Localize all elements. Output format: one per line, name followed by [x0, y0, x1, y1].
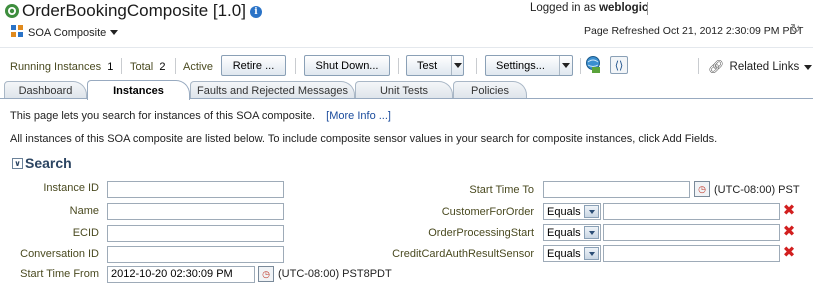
- info-icon[interactable]: i: [250, 6, 262, 18]
- composite-icon: [4, 3, 20, 19]
- page-description-2: All instances of this SOA composite are …: [10, 133, 718, 145]
- credit-card-auth-result-sensor-input[interactable]: [603, 245, 780, 262]
- tab-label: Dashboard: [18, 84, 73, 97]
- remove-field-icon[interactable]: ✖: [782, 245, 796, 260]
- test-button-label: Test: [417, 59, 438, 72]
- calendar-icon[interactable]: ◷: [258, 266, 274, 282]
- tab-label: Policies: [471, 84, 509, 97]
- operator-value: Equals: [547, 247, 581, 260]
- operator-value: Equals: [547, 205, 581, 218]
- settings-button-label: Settings...: [496, 59, 545, 72]
- page-title: OrderBookingComposite [1.0]: [22, 1, 246, 20]
- order-processing-start-label: OrderProcessingStart: [428, 227, 534, 239]
- soa-composite-menu[interactable]: SOA Composite: [10, 24, 119, 41]
- logged-in-prefix: Logged in as: [530, 2, 596, 14]
- search-section-header[interactable]: ∨ Search: [12, 155, 72, 171]
- credit-card-auth-result-sensor-label: CreditCardAuthResultSensor: [392, 248, 534, 260]
- calendar-icon[interactable]: ◷: [694, 181, 710, 197]
- settings-button[interactable]: Settings...: [485, 55, 573, 76]
- logged-in-text: Logged in as weblogic: [530, 2, 648, 14]
- instance-id-input[interactable]: [107, 181, 284, 198]
- settings-dropdown[interactable]: [558, 56, 572, 75]
- composite-status: Active: [183, 61, 213, 73]
- conversation-id-label: Conversation ID: [20, 248, 99, 260]
- chevron-down-icon: [110, 30, 119, 35]
- running-instances: Running Instances 1: [10, 61, 113, 73]
- start-time-to-input[interactable]: [543, 181, 690, 198]
- tab-label: Faults and Rejected Messages: [196, 84, 349, 97]
- toolbar-separator: [295, 58, 296, 74]
- soa-composite-icon: [10, 24, 24, 41]
- related-links-label: Related Links: [729, 61, 800, 73]
- chevron-down-icon: [584, 247, 599, 260]
- refresh-icon[interactable]: ↻: [790, 21, 804, 36]
- start-time-from-input[interactable]: 2012-10-20 02:30:09 PM: [107, 266, 255, 283]
- customer-for-order-label: CustomerForOrder: [441, 206, 534, 218]
- start-time-from-timezone: (UTC-08:00) PST8PDT: [278, 268, 392, 280]
- tab-label: Instances: [113, 84, 164, 97]
- start-time-from-label: Start Time From: [20, 268, 99, 280]
- code-view-icon[interactable]: ⟨⟩: [610, 56, 628, 74]
- page-refreshed-text: Page Refreshed Oct 21, 2012 2:30:09 PM P…: [584, 25, 804, 37]
- tab-policies[interactable]: Policies: [453, 81, 527, 99]
- chevron-down-icon: [804, 64, 813, 70]
- collapse-chevron-icon[interactable]: ∨: [12, 157, 23, 169]
- more-info-link[interactable]: [More Info ...]: [326, 110, 391, 122]
- ecid-label: ECID: [72, 227, 99, 239]
- retire-button-label: Retire ...: [232, 59, 275, 72]
- chevron-down-icon: [584, 205, 599, 218]
- tab-dashboard[interactable]: Dashboard: [4, 81, 87, 99]
- instance-id-label: Instance ID: [43, 182, 99, 194]
- running-instances-label: Running Instances: [10, 61, 102, 73]
- web-service-icon[interactable]: [585, 55, 602, 74]
- test-dropdown[interactable]: [451, 56, 463, 75]
- toolbar-separator: [121, 58, 122, 74]
- page-description: This page lets you search for instances …: [10, 110, 391, 122]
- toolbar-separator: [398, 58, 399, 74]
- operator-value: Equals: [547, 226, 581, 239]
- header-divider-line: [0, 47, 813, 48]
- total-instances: Total 2: [130, 61, 165, 73]
- tab-instances[interactable]: Instances: [87, 80, 190, 100]
- toolbar-separator: [175, 58, 176, 74]
- tab-unit-tests[interactable]: Unit Tests: [355, 81, 453, 99]
- user-name[interactable]: weblogic: [599, 2, 648, 14]
- tab-faults-and-rejected-messages[interactable]: Faults and Rejected Messages: [190, 81, 355, 99]
- start-time-to-timezone: (UTC-08:00) PST: [714, 184, 800, 196]
- total-count: 2: [159, 61, 166, 73]
- customer-for-order-operator[interactable]: Equals: [543, 203, 601, 220]
- chevron-down-icon: [584, 226, 599, 239]
- chain-link-icon: 🔗︎: [708, 59, 725, 74]
- toolbar-separator: [580, 58, 581, 74]
- shutdown-button[interactable]: Shut Down...: [304, 55, 390, 76]
- soa-composite-label: SOA Composite: [28, 26, 107, 39]
- credit-card-auth-result-sensor-operator[interactable]: Equals: [543, 245, 601, 262]
- test-button[interactable]: Test: [406, 55, 464, 76]
- header-divider: [647, 2, 648, 15]
- retire-button[interactable]: Retire ...: [221, 55, 286, 76]
- running-instances-count: 1: [107, 61, 114, 73]
- name-label: Name: [69, 205, 99, 217]
- tab-label: Unit Tests: [379, 84, 429, 97]
- toolbar-separator: [698, 58, 699, 74]
- order-processing-start-input[interactable]: [603, 224, 780, 241]
- start-time-to-label: Start Time To: [469, 184, 534, 196]
- search-title: Search: [25, 155, 72, 171]
- remove-field-icon[interactable]: ✖: [782, 224, 796, 239]
- customer-for-order-input[interactable]: [603, 203, 780, 220]
- conversation-id-input[interactable]: [107, 246, 284, 263]
- related-links-menu[interactable]: 🔗︎ Related Links: [708, 59, 813, 75]
- remove-field-icon[interactable]: ✖: [782, 203, 796, 218]
- chevron-down-icon: [561, 63, 570, 68]
- chevron-down-icon: [453, 63, 462, 68]
- name-input[interactable]: [107, 203, 284, 220]
- shutdown-button-label: Shut Down...: [315, 59, 379, 72]
- toolbar-separator: [476, 58, 477, 74]
- ecid-input[interactable]: [107, 225, 284, 242]
- total-label: Total: [130, 61, 154, 73]
- order-processing-start-operator[interactable]: Equals: [543, 224, 601, 241]
- description-text: This page lets you search for instances …: [10, 110, 316, 122]
